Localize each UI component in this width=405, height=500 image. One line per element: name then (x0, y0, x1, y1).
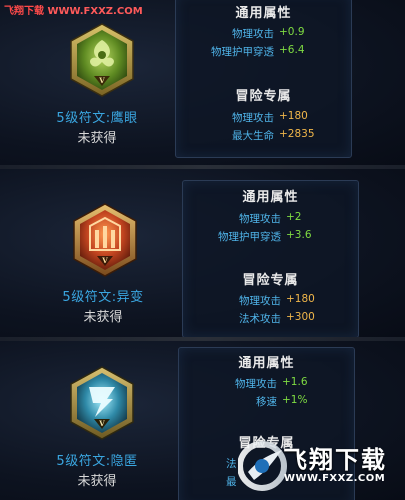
attr-value: +3.6 (286, 229, 312, 241)
attr-label: 物理护甲穿透 (218, 231, 281, 243)
logo-url: WWW.FXXZ.COM (284, 473, 386, 484)
adventure-attributes-title: 冒险专属 (242, 273, 299, 288)
attr-value: +2 (286, 211, 302, 223)
attr-label: 物理攻击 (239, 213, 281, 225)
attr-label: 移速 (256, 396, 277, 408)
attr-label: 物理攻击 (232, 112, 274, 124)
attr-value: +300 (286, 311, 315, 323)
attr-value: +0.9 (279, 26, 305, 38)
rune-panel-mutation: V 5级符文:异变 未获得 通用属性 物理攻击 +2 物理护甲穿透 +3.6 冒… (0, 169, 405, 337)
general-attributes-title: 通用属性 (238, 356, 295, 371)
rune-status: 未获得 (77, 474, 117, 489)
attr-value: +180 (286, 293, 315, 305)
attr-value: +180 (279, 110, 308, 122)
attr-value: +2835 (279, 128, 315, 140)
rune-name: 5级符文:异变 (62, 290, 144, 305)
attr-label: 最大生命 (232, 130, 274, 142)
green-eagle-eye-rune-icon: V (70, 23, 134, 97)
attr-label: 物理攻击 (239, 295, 281, 307)
attr-label: 物理护甲穿透 (211, 46, 274, 58)
attr-value: +1% (282, 394, 308, 406)
general-attributes-title: 通用属性 (242, 190, 299, 205)
level-mark-text: V (98, 76, 105, 85)
rune-status: 未获得 (77, 131, 117, 146)
attr-value: +6.4 (279, 44, 305, 56)
attr-value: +1.6 (282, 376, 308, 388)
attributes-card: 通用属性 物理攻击 +2 物理护甲穿透 +3.6 冒险专属 物理攻击 +180 … (182, 180, 359, 337)
site-name: 飞翔下载 (4, 6, 44, 17)
attr-label: 法术攻击 (239, 313, 281, 325)
blue-stealth-rune-icon: V (70, 366, 134, 440)
site-url: WWW.FXXZ.COM (47, 6, 143, 17)
level-mark-text: V (101, 256, 108, 265)
attr-label: 法 (226, 458, 237, 470)
rune-panel-eagle-eye: V 5级符文:鹰眼 未获得 通用属性 物理攻击 +0.9 物理护甲穿透 +6.4… (0, 0, 405, 165)
level-mark-text: V (98, 419, 105, 428)
attributes-card: 通用属性 物理攻击 +0.9 物理护甲穿透 +6.4 冒险专属 物理攻击 +18… (175, 0, 352, 158)
rune-status: 未获得 (83, 310, 123, 325)
attr-label: 物理攻击 (235, 378, 277, 390)
logo-text: 飞翔下载 (283, 446, 387, 474)
site-watermark: 飞翔下载 WWW.FXXZ.COM (4, 2, 143, 17)
general-attributes-title: 通用属性 (235, 6, 292, 21)
attr-label: 最 (226, 476, 237, 488)
adventure-attributes-title: 冒险专属 (235, 89, 292, 104)
rune-name: 5级符文:鹰眼 (56, 111, 138, 126)
red-mutation-rune-icon: V (73, 203, 137, 277)
rune-name: 5级符文:隐匿 (56, 454, 138, 469)
attr-label: 物理攻击 (232, 28, 274, 40)
